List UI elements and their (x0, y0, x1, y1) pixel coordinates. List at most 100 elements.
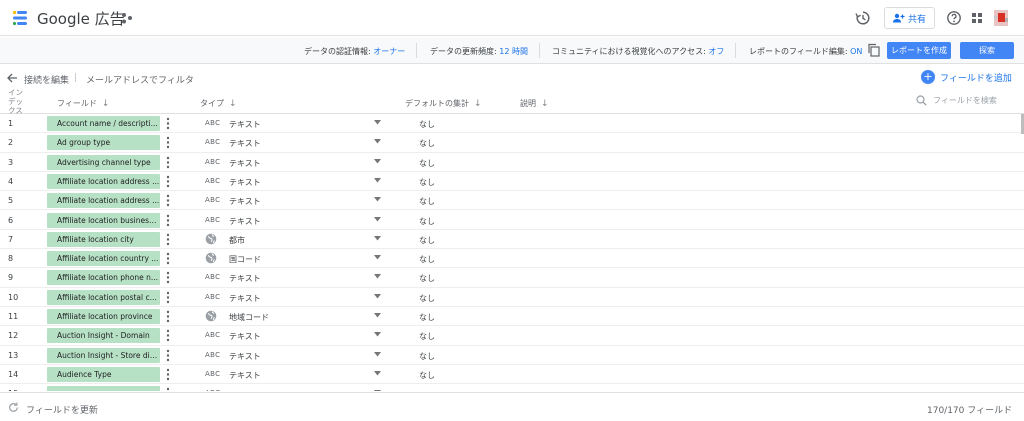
more-vert-icon[interactable] (166, 233, 170, 246)
refresh-fields-button[interactable]: フィールドを更新 (26, 403, 98, 416)
field-name-chip[interactable]: Affiliate location province (47, 309, 160, 324)
more-vert-icon[interactable] (166, 349, 170, 362)
apps-grid-icon[interactable] (969, 10, 985, 26)
field-type-select[interactable]: テキスト (229, 177, 261, 188)
field-type-select[interactable]: テキスト (229, 370, 261, 381)
aggregation-value[interactable]: なし (419, 273, 435, 284)
description-column-header[interactable]: 説明 ↓ (520, 98, 549, 109)
field-type-select[interactable]: テキスト (229, 273, 261, 284)
aggregation-value[interactable]: なし (419, 216, 435, 227)
field-name-chip[interactable]: Affiliate location city (47, 231, 160, 247)
chevron-down-icon[interactable] (374, 332, 381, 337)
chevron-down-icon[interactable] (374, 235, 381, 241)
field-name-chip[interactable]: Ad group type (47, 135, 160, 151)
refresh-icon[interactable] (8, 402, 19, 413)
field-name-chip[interactable]: Affiliate location address ... (47, 173, 160, 189)
filter-by-email-link[interactable]: メールアドレスでフィルタ (86, 73, 194, 86)
help-icon[interactable] (946, 10, 962, 26)
freshness-value[interactable]: 12 時間 (499, 47, 528, 56)
auth-value[interactable]: オーナー (373, 47, 405, 56)
more-vert-icon[interactable] (166, 117, 170, 130)
aggregation-value[interactable]: なし (419, 254, 435, 265)
field-type-select[interactable]: テキスト (229, 293, 261, 304)
field-name-chip[interactable]: Auction Insight - Domain (47, 328, 160, 344)
auth-info[interactable]: データの認証情報: オーナー (304, 46, 405, 57)
aggregation-value[interactable]: なし (419, 331, 435, 342)
field-name-chip[interactable]: Auction Insight - Store dis... (47, 347, 160, 363)
chevron-down-icon[interactable] (374, 274, 381, 279)
field-name-chip[interactable]: Affiliate location postal c... (47, 289, 160, 305)
community-value[interactable]: オフ (708, 47, 724, 56)
chevron-down-icon[interactable] (374, 120, 381, 125)
more-vert-icon[interactable] (166, 310, 170, 323)
aggregation-value[interactable]: なし (419, 196, 435, 207)
chevron-down-icon[interactable] (374, 390, 381, 391)
field-name-chip[interactable]: Affiliate location phone n... (47, 270, 160, 286)
aggregation-value[interactable]: なし (419, 138, 435, 149)
field-search-input[interactable]: フィールドを検索 (916, 95, 997, 106)
report-field-edit-info[interactable]: レポートのフィールド編集: ON (749, 46, 862, 57)
aggregation-value[interactable]: なし (419, 293, 435, 304)
more-vert-icon[interactable] (166, 194, 170, 207)
report-field-value[interactable]: ON (850, 47, 862, 56)
aggregation-value[interactable]: なし (419, 158, 435, 169)
aggregation-column-header[interactable]: デフォルトの集計 ↓ (405, 98, 482, 109)
copy-icon[interactable] (867, 43, 881, 57)
more-vert-icon[interactable] (166, 214, 170, 227)
community-info[interactable]: コミュニティにおける視覚化へのアクセス: オフ (552, 46, 724, 57)
field-type-select[interactable]: テキスト (229, 351, 261, 362)
field-name-chip[interactable]: Affiliate location country ... (47, 251, 160, 267)
aggregation-value[interactable]: なし (419, 370, 435, 381)
field-type-select[interactable]: 都市 (229, 235, 245, 246)
aggregation-value[interactable]: なし (419, 235, 435, 246)
field-type-select[interactable]: テキスト (229, 119, 261, 130)
aggregation-value[interactable]: なし (419, 177, 435, 188)
field-name-chip[interactable]: Affiliate location business... (47, 212, 160, 228)
avatar[interactable] (991, 8, 1011, 28)
more-vert-icon[interactable] (166, 387, 170, 391)
chevron-down-icon[interactable] (374, 216, 381, 222)
field-type-select[interactable]: テキスト (229, 158, 261, 169)
chevron-down-icon[interactable] (374, 370, 381, 376)
more-vert-icon[interactable] (166, 136, 170, 149)
chevron-down-icon[interactable] (374, 351, 381, 357)
chevron-down-icon[interactable] (374, 197, 381, 202)
field-type-select[interactable]: テキスト (229, 331, 261, 342)
type-column-header[interactable]: タイプ ↓ (200, 98, 237, 109)
more-vert-icon[interactable] (166, 252, 170, 265)
explore-button[interactable]: 探索 (960, 42, 1014, 59)
field-type-select[interactable]: テキスト (229, 138, 261, 149)
field-name-chip[interactable]: Account name / descripti... (47, 116, 160, 131)
create-report-button[interactable]: レポートを作成 (887, 42, 951, 59)
aggregation-value[interactable]: なし (419, 351, 435, 362)
history-icon[interactable] (855, 10, 871, 26)
aggregation-value[interactable]: なし (419, 119, 435, 130)
more-vert-icon[interactable] (166, 175, 170, 188)
field-name-chip[interactable]: Affiliate location address ... (47, 193, 160, 209)
add-field-button[interactable]: + フィールドを追加 (921, 70, 1012, 84)
freshness-info[interactable]: データの更新頻度: 12 時間 (430, 46, 528, 57)
chevron-down-icon[interactable] (374, 139, 381, 144)
field-type-select[interactable]: 地域コード (229, 312, 269, 323)
back-arrow-icon[interactable] (6, 72, 18, 84)
more-vert-icon[interactable] (166, 271, 170, 284)
more-vert-icon[interactable] (166, 329, 170, 342)
chevron-down-icon[interactable] (374, 255, 381, 260)
chevron-down-icon[interactable] (374, 158, 381, 164)
connector-dots-icon[interactable] (121, 12, 133, 24)
field-name-chip[interactable]: Audience Type (47, 366, 160, 382)
aggregation-value[interactable]: なし (419, 312, 435, 323)
field-name-chip[interactable] (47, 386, 160, 391)
field-column-header[interactable]: フィールド ↓ (57, 98, 109, 109)
chevron-down-icon[interactable] (374, 177, 381, 183)
field-type-select[interactable]: 国コード (229, 254, 261, 265)
field-type-select[interactable]: テキスト (229, 196, 261, 207)
field-type-select[interactable]: テキスト (229, 216, 261, 227)
field-name-chip[interactable]: Advertising channel type (47, 154, 160, 170)
share-button[interactable]: 共有 (884, 7, 935, 29)
chevron-down-icon[interactable] (374, 313, 381, 318)
more-vert-icon[interactable] (166, 291, 170, 304)
more-vert-icon[interactable] (166, 368, 170, 381)
more-vert-icon[interactable] (166, 156, 170, 169)
edit-connection-link[interactable]: 接続を編集 (24, 73, 69, 86)
